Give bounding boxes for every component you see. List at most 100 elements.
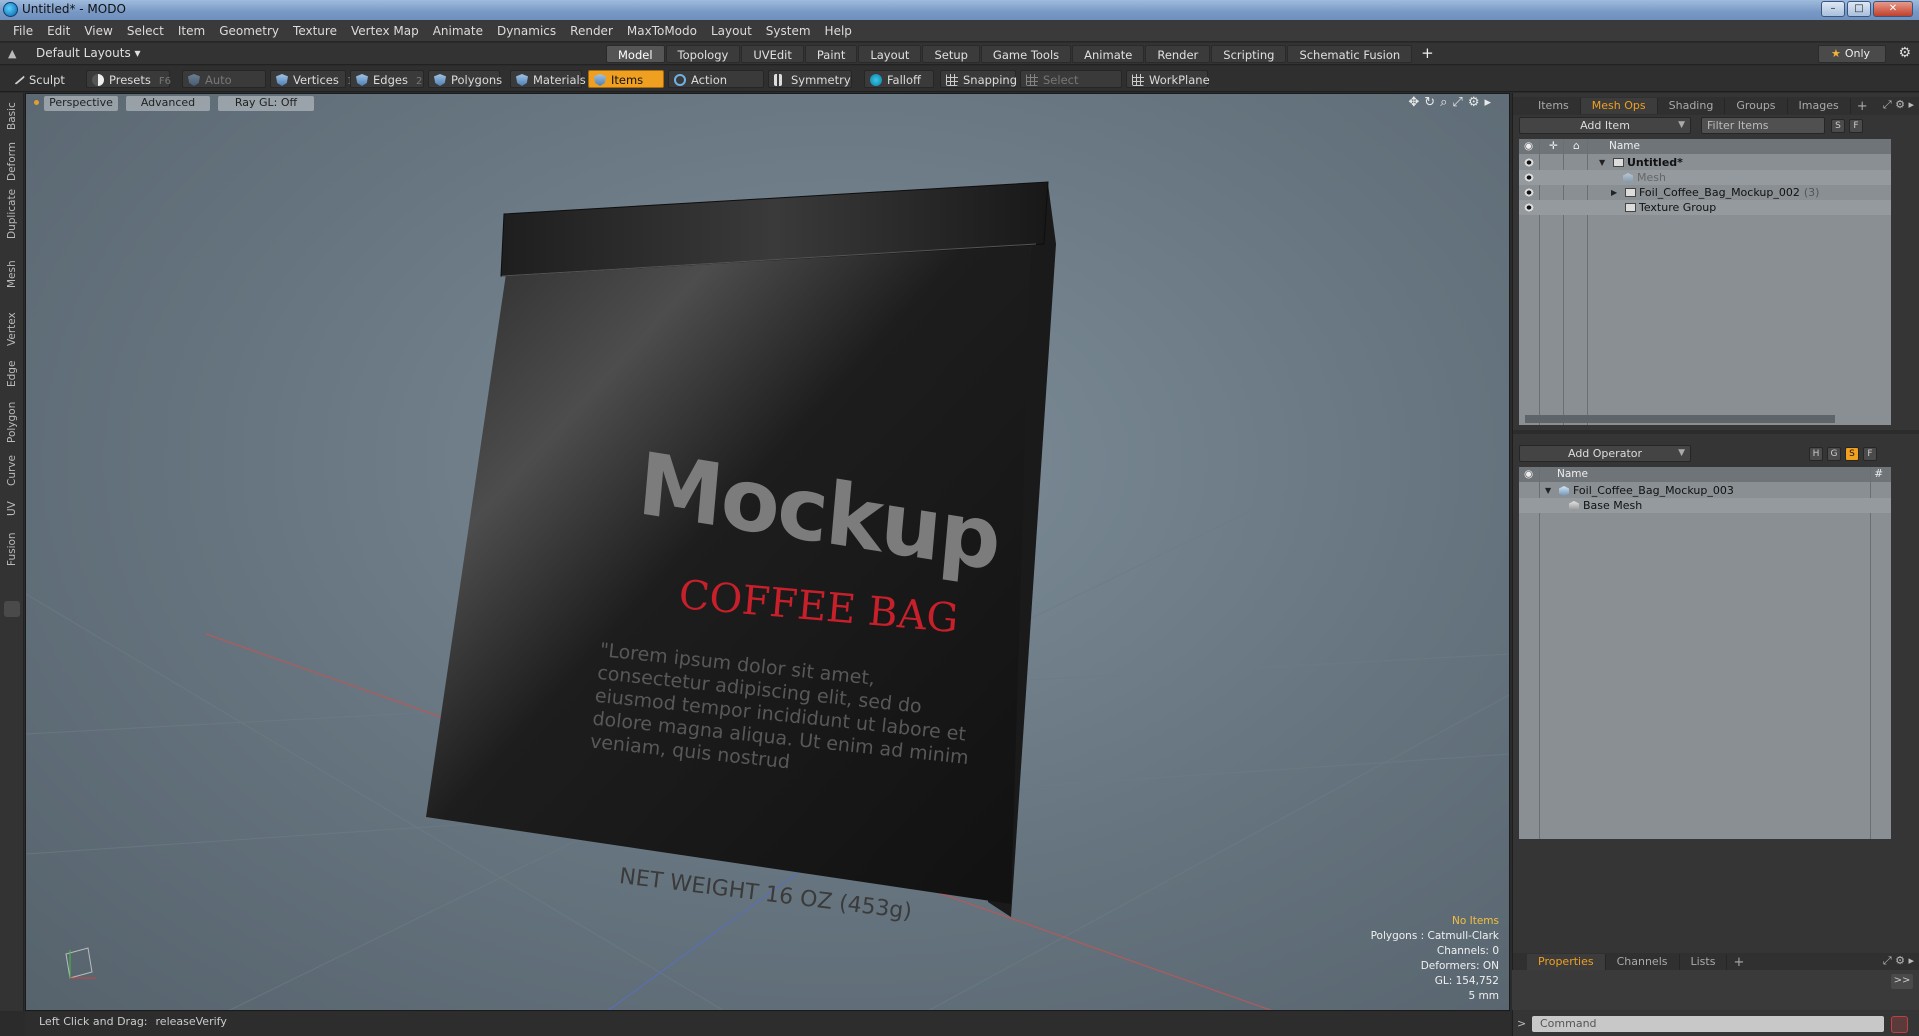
add-operator-button[interactable]: Add Operator ▼ <box>1519 445 1691 462</box>
tab-setup[interactable]: Setup <box>922 45 980 63</box>
menu-maxtomodo[interactable]: MaxToModo <box>620 24 704 38</box>
visibility-eye-icon[interactable] <box>1524 203 1534 212</box>
action-center-button[interactable]: Action Center <box>668 70 764 105</box>
meshops-f-button[interactable]: F <box>1863 447 1877 461</box>
tab-schematic-fusion[interactable]: Schematic Fusion <box>1287 45 1413 63</box>
auto-select-button[interactable]: Auto Select <box>182 70 266 105</box>
polygons-button[interactable]: Polygons <box>428 70 502 88</box>
menu-animate[interactable]: Animate <box>426 24 490 38</box>
tab-animate[interactable]: Animate <box>1072 45 1145 63</box>
toolbox-toggle-button[interactable] <box>4 601 20 617</box>
expand-triangle-icon[interactable]: ▶ <box>1611 185 1617 200</box>
viewport-gear-icon[interactable]: ⚙ <box>1468 95 1480 110</box>
symmetry-button[interactable]: Symmetry <box>768 70 852 88</box>
tree-row-mesh[interactable]: Mesh <box>1519 170 1891 185</box>
command-stop-icon[interactable] <box>1891 1016 1908 1033</box>
fit-icon[interactable]: ⤢ <box>1452 95 1462 110</box>
menu-vertex-map[interactable]: Vertex Map <box>344 24 426 38</box>
vertices-button[interactable]: Vertices1 <box>270 70 353 88</box>
tab-lists[interactable]: Lists <box>1680 954 1728 970</box>
tree-row-foil-002[interactable]: ▶ Foil_Coffee_Bag_Mockup_002 (3) <box>1519 185 1891 200</box>
filter-items-input[interactable]: Filter Items <box>1701 117 1825 134</box>
vtab-mesh-edit[interactable]: Mesh Edit <box>3 249 36 299</box>
vtab-vertex[interactable]: Vertex <box>3 309 21 349</box>
tree-row-untitled[interactable]: ▼ Untitled* <box>1519 155 1891 170</box>
menu-item[interactable]: Item <box>171 24 212 38</box>
menu-select[interactable]: Select <box>120 24 171 38</box>
vtab-polygon[interactable]: Polygon <box>3 399 21 445</box>
items-s-button[interactable]: S <box>1831 119 1845 133</box>
meshop-row-foil-003[interactable]: ▼ Foil_Coffee_Bag_Mockup_003 <box>1519 483 1891 498</box>
tab-render[interactable]: Render <box>1145 45 1211 63</box>
3d-viewport[interactable]: Mockup COFFEE BAG "Lorem ipsum dolor sit… <box>25 93 1510 1011</box>
add-item-button[interactable]: Add Item ▼ <box>1519 117 1691 134</box>
items-button[interactable]: Items <box>588 70 664 88</box>
menu-render[interactable]: Render <box>563 24 620 38</box>
tab-channels[interactable]: Channels <box>1606 954 1680 970</box>
close-button[interactable]: ✕ <box>1873 1 1913 17</box>
materials-button[interactable]: Materials <box>510 70 586 88</box>
maximize-button[interactable]: □ <box>1847 1 1871 17</box>
tab-uvedit[interactable]: UVEdit <box>741 45 804 63</box>
presets-button[interactable]: Presets F6 <box>86 70 171 88</box>
meshops-s-button[interactable]: S <box>1845 447 1859 461</box>
menu-file[interactable]: File <box>6 24 40 38</box>
tab-scripting[interactable]: Scripting <box>1211 45 1287 63</box>
menu-geometry[interactable]: Geometry <box>212 24 286 38</box>
visibility-eye-icon[interactable] <box>1524 158 1534 167</box>
minimize-button[interactable]: – <box>1821 1 1845 17</box>
vtab-edge[interactable]: Edge <box>3 357 21 391</box>
expand-triangle-icon[interactable]: ▼ <box>1545 483 1551 498</box>
horizontal-scrollbar[interactable] <box>1525 415 1835 423</box>
sculpt-button[interactable]: Sculpt <box>6 70 72 88</box>
viewport-menu-dot[interactable] <box>34 100 39 105</box>
panel-options-icon[interactable]: ⤢ ⚙ ▸ <box>1883 98 1914 112</box>
items-f-button[interactable]: F <box>1849 119 1863 133</box>
menu-help[interactable]: Help <box>818 24 859 38</box>
menu-view[interactable]: View <box>77 24 119 38</box>
snapping-button[interactable]: Snapping <box>940 70 1017 88</box>
menu-layout[interactable]: Layout <box>704 24 759 38</box>
tab-items[interactable]: Items <box>1527 98 1581 114</box>
viewport-expand-icon[interactable]: ▸ <box>1484 95 1491 110</box>
tab-game-tools[interactable]: Game Tools <box>980 45 1072 63</box>
add-props-tab-button[interactable]: + <box>1727 955 1750 970</box>
tab-images[interactable]: Images <box>1788 98 1851 114</box>
meshop-row-base-mesh[interactable]: Base Mesh <box>1519 498 1891 513</box>
tab-properties[interactable]: Properties <box>1527 954 1606 970</box>
menu-texture[interactable]: Texture <box>286 24 344 38</box>
select-through-button[interactable]: Select Through <box>1020 70 1122 105</box>
pan-icon[interactable]: ✥ <box>1408 95 1419 110</box>
props-expand-button[interactable]: >> <box>1891 974 1913 989</box>
menu-dynamics[interactable]: Dynamics <box>490 24 563 38</box>
add-tab-button[interactable]: + <box>1413 45 1442 63</box>
vtab-deform[interactable]: Deform <box>3 141 21 181</box>
tab-groups[interactable]: Groups <box>1725 98 1788 114</box>
expand-triangle-icon[interactable]: ▼ <box>1599 155 1605 170</box>
tree-row-texture-group[interactable]: Texture Group <box>1519 200 1891 215</box>
command-input[interactable]: Command <box>1532 1016 1884 1032</box>
rotate-icon[interactable]: ↻ <box>1424 95 1435 110</box>
layout-preset-select[interactable]: Default Layouts ▾ <box>36 46 141 60</box>
view-type-perspective[interactable]: Perspective <box>44 96 118 111</box>
add-panel-tab-button[interactable]: + <box>1851 99 1874 114</box>
tab-model[interactable]: Model <box>606 45 665 63</box>
menu-edit[interactable]: Edit <box>40 24 77 38</box>
visibility-eye-icon[interactable] <box>1524 173 1534 182</box>
vtab-curve[interactable]: Curve <box>3 453 21 489</box>
edges-button[interactable]: Edges 2 <box>350 70 424 88</box>
tab-mesh-ops[interactable]: Mesh Ops <box>1580 98 1658 114</box>
layout-toggle-icon[interactable]: ▲ <box>8 47 16 60</box>
vtab-basic[interactable]: Basic <box>3 99 21 133</box>
tab-topology[interactable]: Topology <box>665 45 741 63</box>
panel-splitter[interactable] <box>1513 430 1919 434</box>
visibility-eye-icon[interactable] <box>1524 188 1534 197</box>
menu-system[interactable]: System <box>759 24 818 38</box>
tab-paint[interactable]: Paint <box>804 45 858 63</box>
vtab-fusion[interactable]: Fusion <box>3 529 21 569</box>
tab-layout[interactable]: Layout <box>858 45 922 63</box>
falloff-button[interactable]: Falloff <box>864 70 934 88</box>
gear-icon[interactable]: ⚙ <box>1898 45 1911 61</box>
props-options-icon[interactable]: ⤢ ⚙ ▸ <box>1883 954 1914 968</box>
vtab-uv[interactable]: UV <box>3 497 21 521</box>
